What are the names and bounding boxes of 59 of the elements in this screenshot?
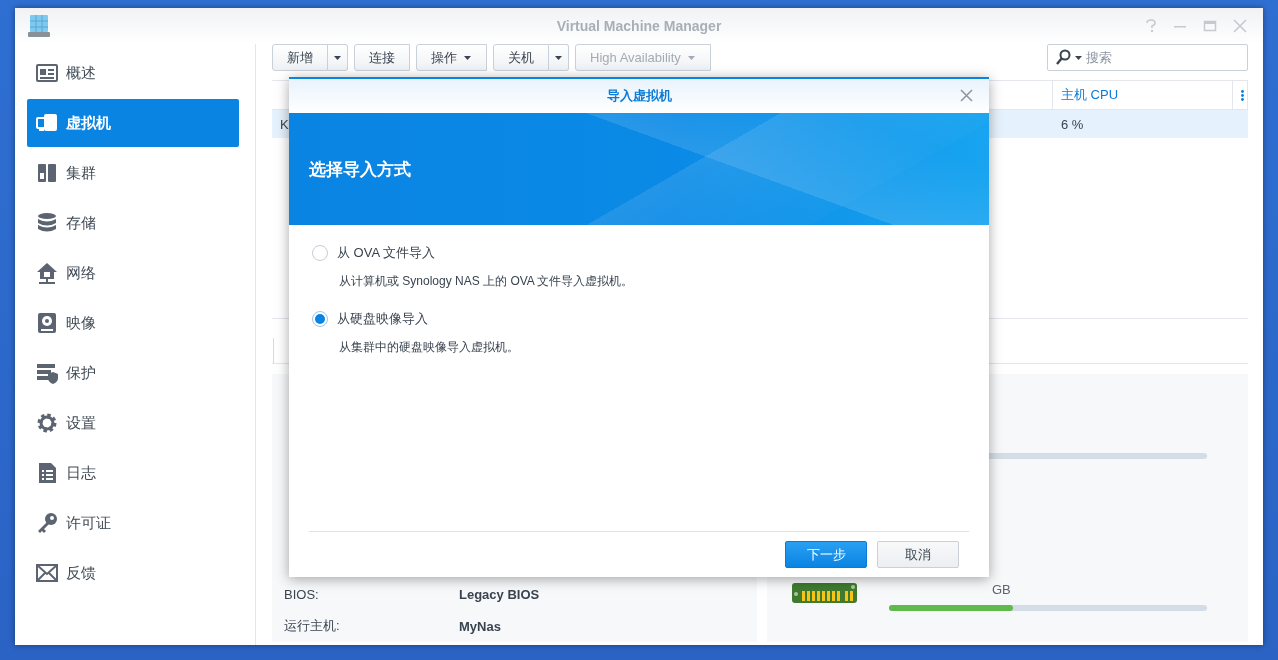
window-title: Virtual Machine Manager — [556, 18, 722, 34]
sidebar-item[interactable]: 许可证 — [27, 499, 239, 547]
cancel-button[interactable]: 取消 — [877, 541, 959, 568]
servers-icon — [36, 162, 58, 184]
column-header[interactable]: 主机 CPU — [1053, 81, 1233, 109]
sidebar-item[interactable]: 反馈 — [27, 549, 239, 597]
dropdown-button[interactable] — [549, 44, 569, 71]
sidebar-item[interactable]: 日志 — [27, 449, 239, 497]
memory-chip-icon — [792, 583, 857, 605]
sidebar-item[interactable]: 概述 — [27, 49, 239, 97]
caret-icon — [554, 54, 563, 61]
help-icon[interactable] — [1145, 19, 1157, 33]
search-icon — [1055, 49, 1071, 65]
detail-value: Legacy BIOS — [459, 586, 540, 602]
key-icon — [36, 512, 58, 534]
caret-icon — [1074, 55, 1083, 61]
server-shield-icon — [36, 362, 58, 384]
toolbar-button[interactable]: 新增 — [272, 44, 328, 71]
radio-button[interactable] — [312, 245, 328, 261]
sidebar-item[interactable]: 保护 — [27, 349, 239, 397]
dropdown-button[interactable] — [328, 44, 348, 71]
sidebar-item[interactable]: 存储 — [27, 199, 239, 247]
radio-button[interactable] — [312, 311, 328, 327]
table-cell-text: 6 % — [1060, 116, 1085, 132]
sidebar-item[interactable]: 集群 — [27, 149, 239, 197]
memory-reading: GB — [991, 583, 1012, 597]
detail-label: 运行主机: — [284, 617, 341, 635]
option-label[interactable]: 从硬盘映像导入 — [337, 310, 428, 328]
sidebar-item[interactable]: 映像 — [27, 299, 239, 347]
option-label[interactable]: 从 OVA 文件导入 — [337, 244, 435, 262]
database-icon — [36, 212, 58, 234]
sidebar-item[interactable]: 网络 — [27, 249, 239, 297]
close-icon[interactable] — [1233, 19, 1247, 33]
option-description: 从计算机或 Synology NAS 上的 OVA 文件导入虚拟机。 — [338, 273, 635, 290]
more-options-icon[interactable] — [1241, 89, 1244, 101]
caret-icon — [333, 54, 342, 61]
document-list-icon — [36, 462, 58, 484]
dialog-title: 导入虚拟机 — [606, 87, 672, 105]
dialog-heading: 选择导入方式 — [309, 158, 411, 181]
envelope-icon — [36, 562, 58, 584]
detail-value: MyNas — [459, 618, 501, 634]
detail-label: BIOS: — [284, 586, 320, 602]
toolbar-button[interactable]: 关机 — [493, 44, 549, 71]
table-cell-text: K — [279, 116, 290, 132]
sidebar-item[interactable]: 虚拟机 — [27, 99, 239, 147]
sidebar-item[interactable]: 设置 — [27, 399, 239, 447]
toolbar-button[interactable]: 连接 — [354, 44, 410, 71]
maximize-icon[interactable] — [1203, 19, 1217, 33]
house-network-icon — [36, 262, 58, 284]
caret-icon — [686, 54, 696, 61]
search-field[interactable]: 搜索 — [1047, 44, 1248, 71]
id-card-icon — [36, 62, 58, 84]
gear-icon — [36, 412, 58, 434]
close-icon[interactable] — [960, 89, 973, 102]
option-description: 从集群中的硬盘映像导入虚拟机。 — [338, 339, 520, 356]
toolbar-button[interactable]: 操作 — [416, 44, 487, 71]
server-rack-icon — [27, 14, 51, 38]
caret-icon — [463, 54, 472, 61]
devices-icon — [36, 112, 58, 134]
